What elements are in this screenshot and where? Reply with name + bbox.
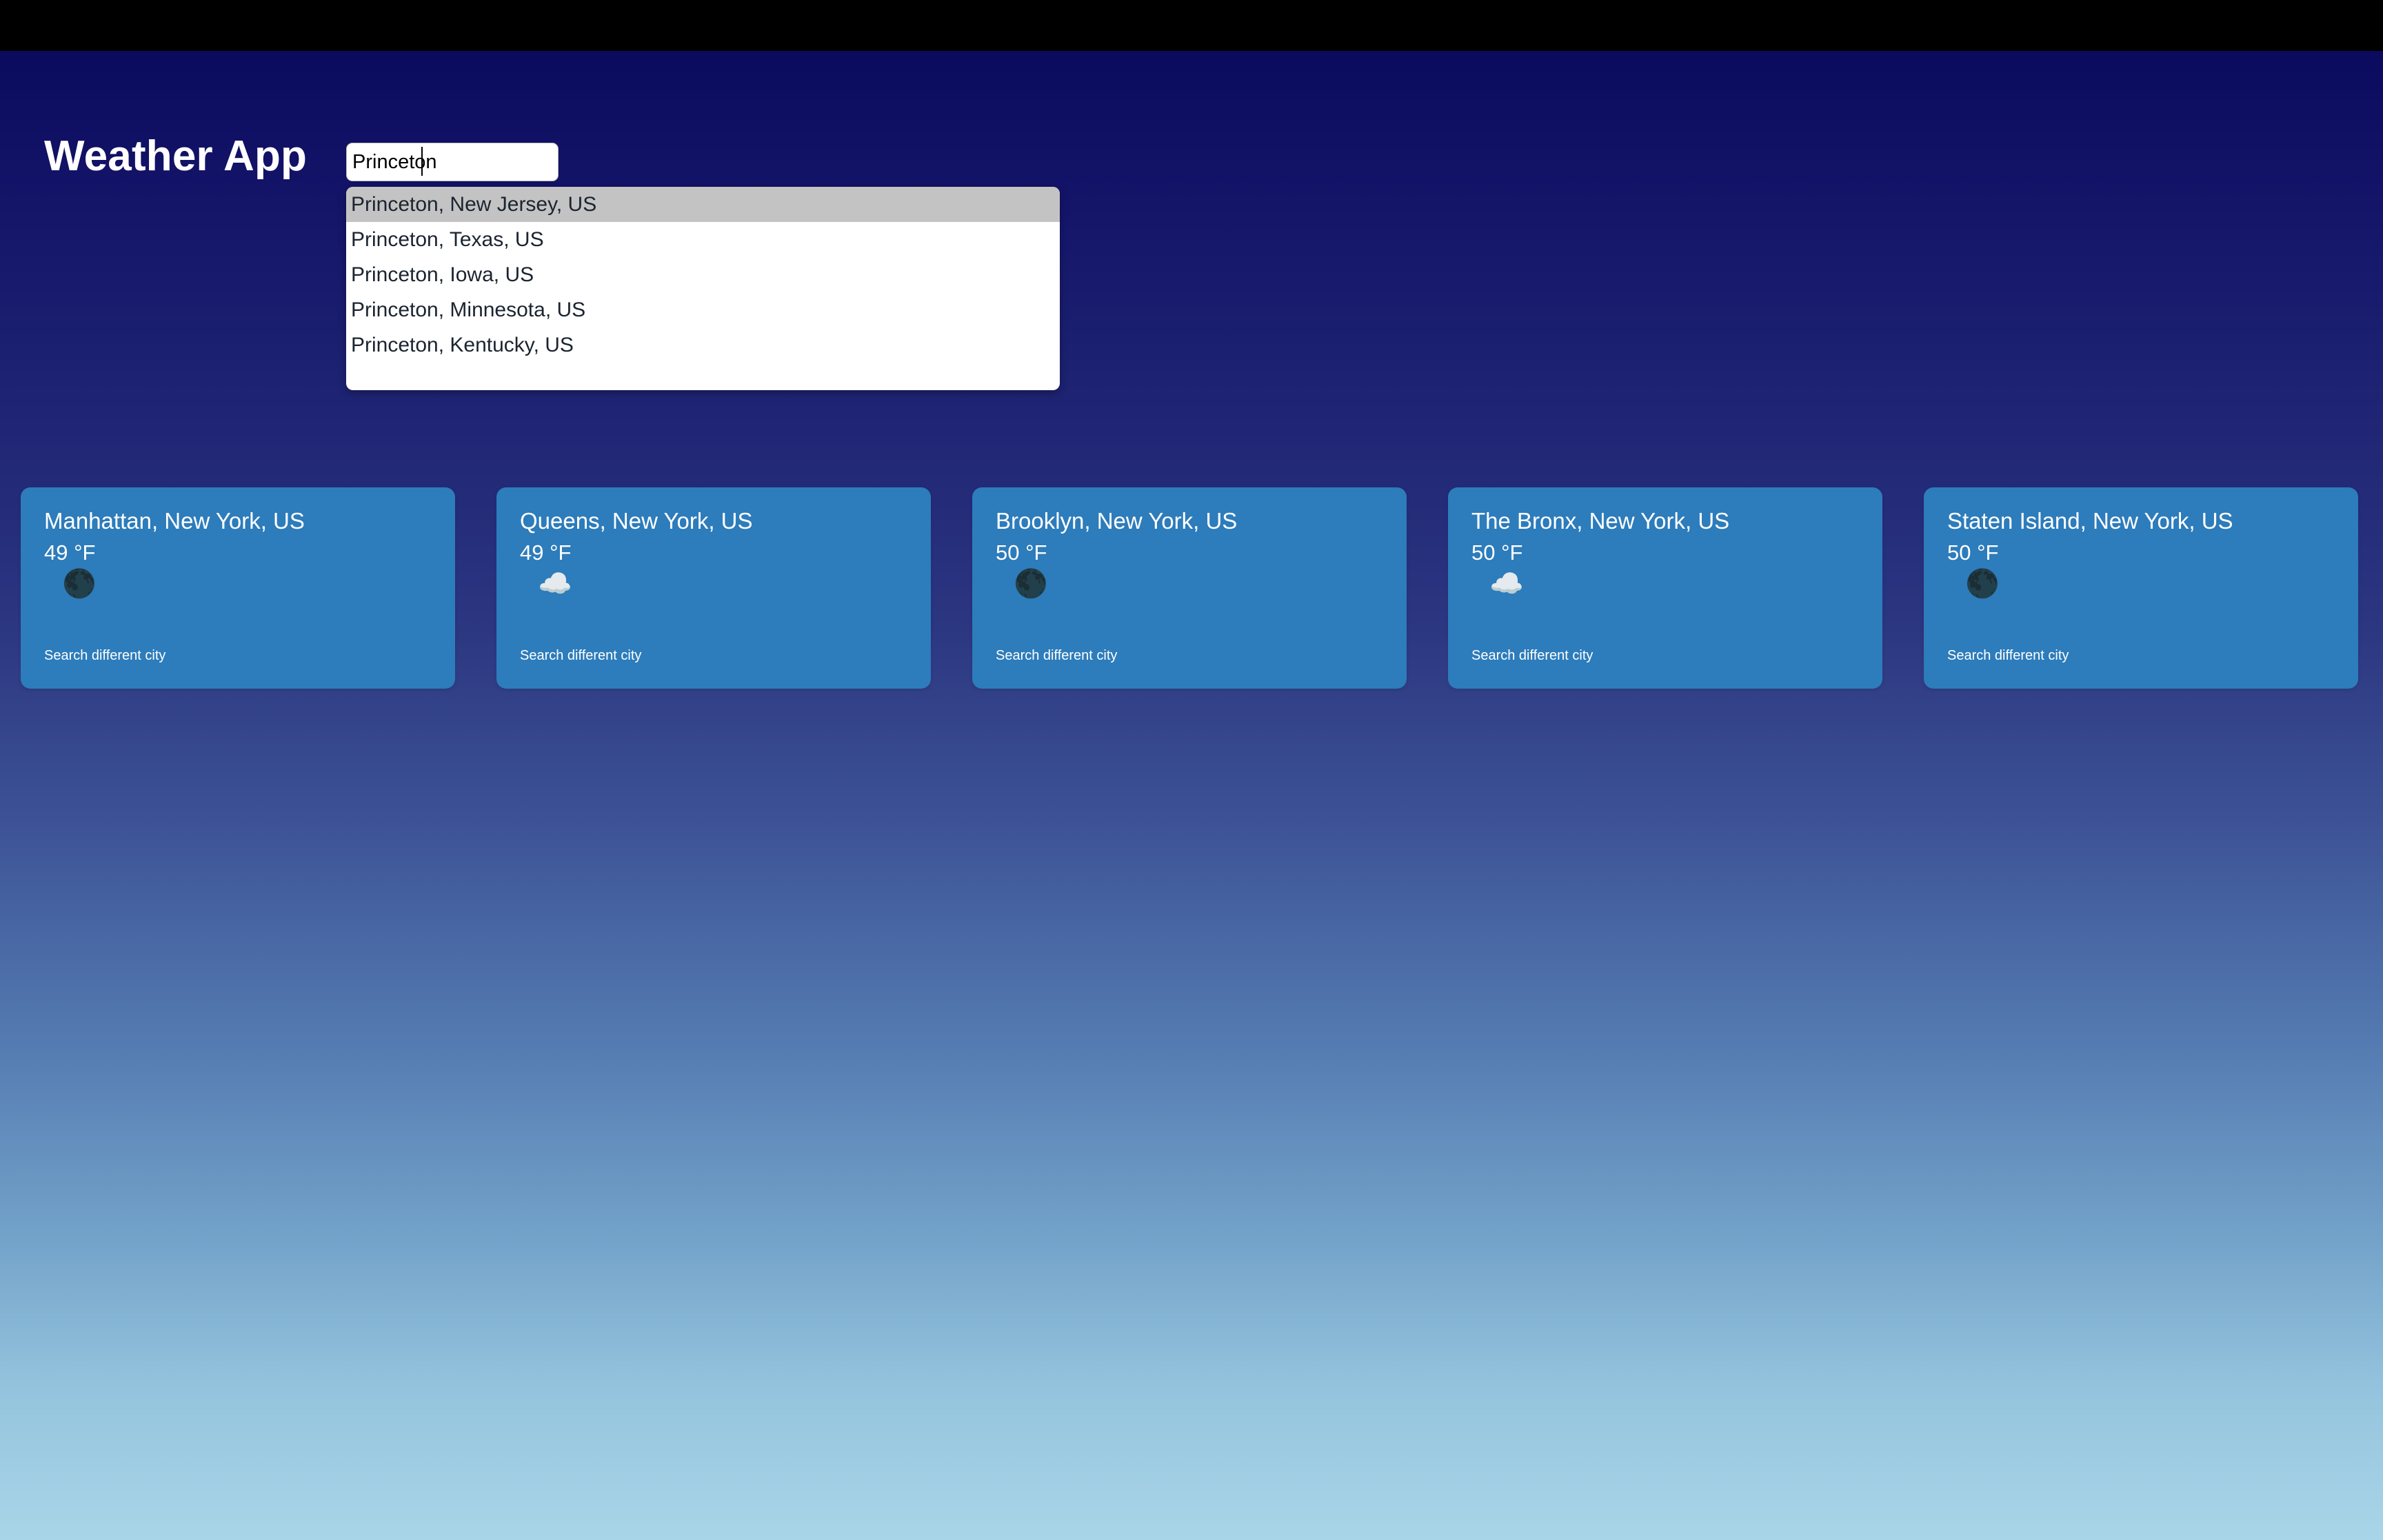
weather-card[interactable]: The Bronx, New York, US 50 °F ☁️ Search …	[1448, 487, 1882, 689]
browser-chrome-bar	[0, 0, 2383, 51]
weather-card[interactable]: Staten Island, New York, US 50 °F 🌑 Sear…	[1924, 487, 2358, 689]
search-different-city-link[interactable]: Search different city	[1947, 648, 2069, 664]
card-city-name: Staten Island, New York, US	[1947, 509, 2335, 532]
city-search-input[interactable]	[346, 143, 559, 181]
card-temperature: 50 °F	[996, 542, 1383, 563]
suggestion-item[interactable]: Princeton, Texas, US	[346, 222, 1060, 257]
weather-card[interactable]: Queens, New York, US 49 °F ☁️ Search dif…	[496, 487, 931, 689]
app-canvas: Weather App Princeton, New Jersey, US Pr…	[0, 51, 2383, 1540]
weather-cards-row: Manhattan, New York, US 49 °F 🌑 Search d…	[21, 487, 2383, 689]
suggestion-item[interactable]: Princeton, Iowa, US	[346, 257, 1060, 292]
search-different-city-link[interactable]: Search different city	[520, 648, 641, 664]
search-different-city-link[interactable]: Search different city	[1471, 648, 1593, 664]
page-title: Weather App	[44, 132, 307, 181]
app-header: Weather App Princeton, New Jersey, US Pr…	[0, 51, 2383, 210]
weather-app-page: Weather App Princeton, New Jersey, US Pr…	[0, 0, 2383, 1540]
search-different-city-link[interactable]: Search different city	[44, 648, 165, 664]
card-city-name: Brooklyn, New York, US	[996, 509, 1383, 532]
card-city-name: The Bronx, New York, US	[1471, 509, 1859, 532]
text-caret	[421, 147, 423, 176]
haze-moon-icon: 🌑	[1947, 570, 2335, 605]
search-different-city-link[interactable]: Search different city	[996, 648, 1117, 664]
card-temperature: 50 °F	[1947, 542, 2335, 563]
suggestion-item[interactable]: Princeton, Kentucky, US	[346, 327, 1060, 363]
card-city-name: Manhattan, New York, US	[44, 509, 432, 532]
suggestion-item[interactable]: Princeton, Minnesota, US	[346, 292, 1060, 327]
weather-card[interactable]: Brooklyn, New York, US 50 °F 🌑 Search di…	[972, 487, 1407, 689]
haze-moon-icon: 🌑	[44, 570, 432, 605]
card-temperature: 50 °F	[1471, 542, 1859, 563]
cloud-icon: ☁️	[1471, 570, 1859, 605]
suggestion-item[interactable]: Princeton, New Jersey, US	[346, 187, 1060, 222]
city-suggestions-dropdown[interactable]: Princeton, New Jersey, US Princeton, Tex…	[346, 187, 1060, 390]
haze-moon-icon: 🌑	[996, 570, 1383, 605]
cloud-icon: ☁️	[520, 570, 907, 605]
weather-card[interactable]: Manhattan, New York, US 49 °F 🌑 Search d…	[21, 487, 455, 689]
card-city-name: Queens, New York, US	[520, 509, 907, 532]
card-temperature: 49 °F	[44, 542, 432, 563]
card-temperature: 49 °F	[520, 542, 907, 563]
search-field-wrapper	[346, 143, 559, 181]
